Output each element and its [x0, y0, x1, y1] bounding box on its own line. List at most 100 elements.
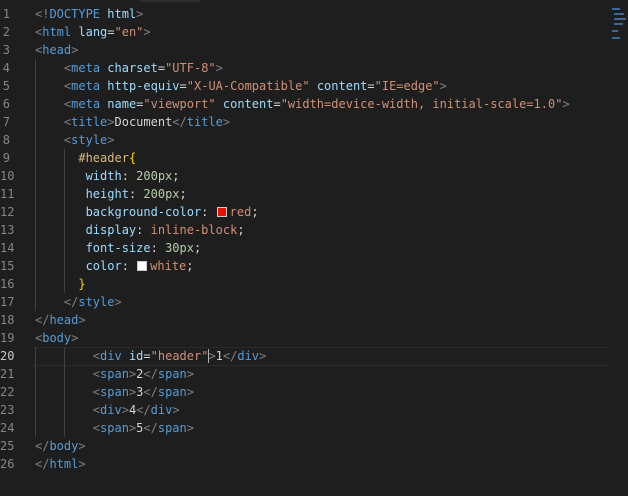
code-line[interactable]: 8 <style>: [0, 131, 628, 149]
code-token: :: [121, 168, 137, 183]
code-token: style: [78, 294, 115, 309]
code-text: }: [35, 275, 85, 293]
code-token: div: [237, 348, 260, 363]
code-token: =: [157, 60, 166, 75]
code-token: >: [107, 132, 115, 147]
code-token: height: [85, 186, 129, 201]
code-token: :: [121, 258, 137, 273]
code-line[interactable]: 24 <span>5</span>: [0, 419, 628, 437]
code-token: :: [150, 240, 166, 255]
code-token: span: [157, 384, 187, 399]
code-token: >: [259, 348, 267, 363]
code-line[interactable]: 23 <div>4</div>: [0, 401, 628, 419]
code-line[interactable]: 2 <html lang="en">: [0, 23, 628, 41]
code-text: <span>2</span>: [35, 365, 194, 383]
code-token: =: [143, 348, 151, 363]
code-token: "viewport": [143, 96, 216, 111]
code-token: div: [100, 348, 122, 363]
code-line[interactable]: 19 <body>: [0, 329, 628, 347]
line-number: 10: [0, 168, 15, 183]
code-token: </: [35, 456, 50, 471]
code-line[interactable]: 18 </head>: [0, 311, 628, 329]
code-token: >: [78, 456, 86, 471]
code-line[interactable]: 21 <span>2</span>: [0, 365, 628, 383]
code-token: name: [100, 96, 137, 111]
code-token: =: [367, 78, 375, 93]
code-line[interactable]: 6 <meta name="viewport" content="width=d…: [0, 95, 628, 113]
color-swatch-icon[interactable]: [137, 260, 148, 271]
code-line[interactable]: 3 <head>: [0, 41, 628, 59]
code-token: <: [92, 348, 101, 363]
code-line[interactable]: 14 font-size: 30px;: [0, 239, 628, 257]
code-line[interactable]: 17 </style>: [0, 293, 628, 311]
code-line[interactable]: 22 <span>3</span>: [0, 383, 628, 401]
indent-guide: [63, 148, 65, 293]
minimap-line: [612, 30, 618, 32]
code-token: </: [143, 366, 158, 381]
code-line[interactable]: 4 <meta charset="UTF-8">: [0, 59, 628, 77]
color-swatch-icon[interactable]: [216, 206, 227, 217]
code-text: </body>: [35, 437, 86, 455]
code-token: meta: [71, 78, 101, 93]
code-line[interactable]: 9 #header{: [0, 149, 628, 167]
line-number: 14: [0, 240, 15, 255]
code-line[interactable]: 25 </body>: [0, 437, 628, 455]
code-editor[interactable]: 1 <!DOCTYPE html> 2 <html lang="en"> 3 <head>…: [0, 0, 628, 496]
line-number: 18: [0, 312, 15, 327]
code-line[interactable]: 10 width: 200px;: [0, 167, 628, 185]
line-number: 3: [2, 42, 10, 57]
code-token: >: [78, 438, 86, 453]
code-text: <html lang="en">: [35, 23, 151, 41]
code-token: title: [71, 114, 108, 129]
code-token: </: [143, 420, 158, 435]
code-text: <title>Document</title>: [35, 113, 230, 131]
minimap-line: [612, 37, 620, 39]
minimap-line: [614, 23, 623, 25]
code-token: </: [63, 294, 79, 309]
code-line[interactable]: 15 color: white;: [0, 257, 628, 275]
code-token: >: [172, 402, 180, 417]
code-token: ;: [186, 258, 194, 273]
line-number: 25: [0, 438, 15, 453]
code-token: :: [201, 204, 216, 219]
line-number: 12: [0, 204, 15, 219]
code-text: <div id="header">1</div>: [35, 347, 266, 365]
code-line[interactable]: 5 <meta http-equiv="X-UA-Compatible" con…: [0, 77, 628, 95]
code-line[interactable]: 11 height: 200px;: [0, 185, 628, 203]
code-text: width: 200px;: [35, 167, 180, 185]
code-token: html: [100, 6, 137, 21]
code-token: 200px: [136, 168, 173, 183]
line-number: 2: [2, 24, 10, 39]
code-token: http-equiv: [100, 78, 180, 93]
code-token: ;: [251, 204, 259, 219]
code-token: #header: [78, 150, 129, 165]
code-text: <style>: [35, 131, 115, 149]
code-token: >: [114, 294, 122, 309]
code-line[interactable]: 7 <title>Document</title>: [0, 113, 628, 131]
code-token: ;: [237, 222, 245, 237]
line-number: 23: [0, 402, 15, 417]
code-token: ;: [172, 168, 180, 183]
code-line[interactable]: 26 </html>: [0, 455, 628, 473]
code-line[interactable]: 1 <!DOCTYPE html>: [0, 5, 628, 23]
code-line[interactable]: 13 display: inline-block;: [0, 221, 628, 239]
code-line[interactable]: 12 background-color: red;: [0, 203, 628, 221]
code-token: <: [92, 366, 101, 381]
code-token: =: [107, 24, 115, 39]
code-line[interactable]: 16 }: [0, 275, 628, 293]
code-token: </: [35, 438, 50, 453]
code-token: <: [92, 420, 101, 435]
code-line[interactable]: 20 <div id="header">1</div>: [0, 346, 628, 366]
code-text: <head>: [35, 41, 78, 59]
minimap[interactable]: [612, 4, 626, 44]
code-token: >: [186, 384, 194, 399]
code-token: >: [71, 330, 79, 345]
code-text: color: white;: [35, 257, 194, 275]
code-token: div: [150, 402, 173, 417]
code-token: <: [92, 402, 101, 417]
